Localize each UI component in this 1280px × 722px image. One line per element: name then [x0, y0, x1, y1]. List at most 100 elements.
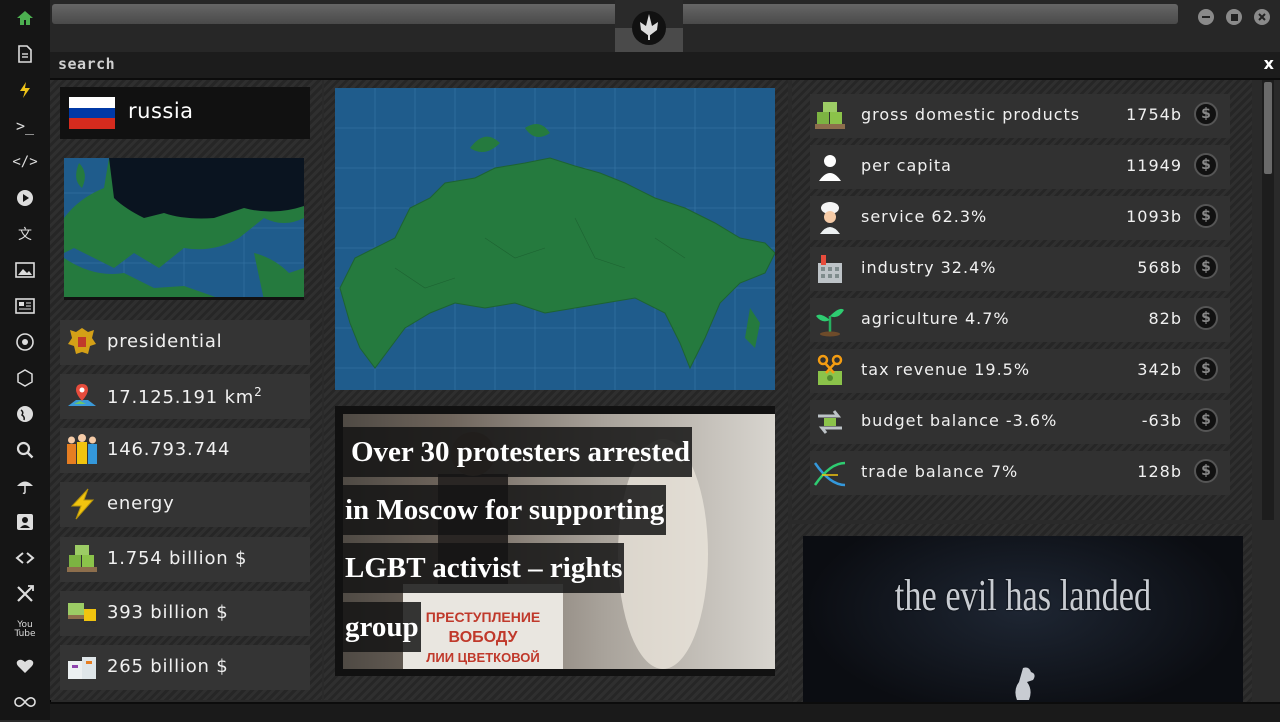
news-headline-line-4: group	[343, 602, 421, 652]
stat-row-industry: industry 32.4% 568b $	[810, 247, 1230, 291]
news-headline-line-3: LGBT activist – rights	[343, 543, 625, 593]
government-type: presidential	[107, 331, 223, 352]
search-label: search	[58, 55, 116, 73]
stat-label: agriculture 4.7%	[861, 309, 1010, 328]
dollar-icon[interactable]: $	[1194, 459, 1218, 483]
exchange-arrows-icon	[812, 404, 848, 440]
document-icon[interactable]	[12, 41, 38, 67]
stat-value: 342b	[1137, 360, 1182, 379]
news-icon[interactable]	[12, 293, 38, 319]
forklift-cash-icon	[64, 595, 100, 631]
population-value: 146.793.744	[107, 439, 231, 460]
dollar-icon[interactable]: $	[1194, 306, 1218, 330]
news-headline-line-1: Over 30 protesters arrested	[343, 427, 693, 477]
shuffle-icon[interactable]	[12, 581, 38, 607]
home-icon[interactable]	[12, 5, 38, 31]
link-icon[interactable]	[12, 545, 38, 571]
info-row-population: 146.793.744	[60, 428, 310, 473]
stat-value: 128b	[1137, 462, 1182, 481]
globe-icon[interactable]	[12, 401, 38, 427]
stat-label: industry 32.4%	[861, 258, 997, 277]
bottom-bar	[50, 702, 1280, 722]
news-card[interactable]: ПРЕСТУПЛЕНИЕ ВОБОДУ ЛИИ ЦВЕТКОВОЙ Over 3…	[335, 406, 775, 676]
terminal-icon[interactable]: >_	[12, 113, 38, 139]
flag-stripe-red	[69, 118, 115, 129]
close-window-button[interactable]	[1254, 9, 1270, 25]
area-value: 17.125.191 km2	[107, 385, 263, 408]
stat-value: 82b	[1148, 309, 1182, 328]
info-row-energy: energy	[60, 482, 310, 527]
movie-title: the evil has landed	[894, 571, 1152, 620]
stat-row-budget-balance: budget balance -3.6% -63b $	[810, 400, 1230, 444]
coat-of-arms-icon	[64, 324, 100, 360]
stat-label: tax revenue 19.5%	[861, 360, 1031, 379]
stat-value: 1093b	[1126, 207, 1182, 226]
person-icon	[812, 149, 848, 185]
flag-icon	[69, 97, 115, 129]
info-row-government: presidential	[60, 320, 310, 365]
country-map[interactable]	[335, 88, 776, 390]
stat-label: gross domestic products	[861, 105, 1081, 124]
stat-row-per-capita: per capita 11949 $	[810, 145, 1230, 189]
stat-label: trade balance 7%	[861, 462, 1019, 481]
map-pin-icon	[64, 378, 100, 414]
search-icon[interactable]	[12, 437, 38, 463]
info-row-imports: 265 billion $	[60, 645, 310, 690]
scrollbar-thumb[interactable]	[1264, 82, 1272, 174]
image-icon[interactable]	[12, 257, 38, 283]
dollar-icon[interactable]: $	[1194, 102, 1218, 126]
minimize-button[interactable]	[1198, 9, 1214, 25]
info-row-exports: 393 billion $	[60, 591, 310, 636]
country-name: russia	[128, 99, 194, 123]
trade-lines-icon	[812, 455, 848, 491]
stat-row-service: service 62.3% 1093b $	[810, 196, 1230, 240]
dollar-icon[interactable]: $	[1194, 408, 1218, 432]
sidebar: >_ </> 文 You Tube	[0, 0, 51, 720]
flag-stripe-white	[69, 97, 115, 108]
stat-label: per capita	[861, 156, 952, 175]
top-bar	[50, 0, 1280, 52]
stat-value: 568b	[1137, 258, 1182, 277]
stat-value: -63b	[1141, 411, 1182, 430]
factory-icon	[812, 251, 848, 287]
exports-value: 393 billion $	[107, 602, 229, 623]
dollar-icon[interactable]: $	[1194, 255, 1218, 279]
lightning-icon[interactable]	[12, 77, 38, 103]
scissors-money-icon	[812, 353, 848, 389]
stat-row-tax-revenue: tax revenue 19.5% 342b $	[810, 349, 1230, 393]
heart-icon[interactable]	[12, 653, 38, 679]
umbrella-icon[interactable]	[12, 473, 38, 499]
cash-pallet-icon	[812, 98, 848, 134]
stat-row-agriculture: agriculture 4.7% 82b $	[810, 298, 1230, 342]
dollar-icon[interactable]: $	[1194, 357, 1218, 381]
infinity-icon[interactable]	[12, 689, 38, 715]
people-icon	[64, 432, 100, 468]
dollar-icon[interactable]: $	[1194, 153, 1218, 177]
search-bar[interactable]: search x	[50, 52, 1280, 80]
country-header: russia	[60, 87, 310, 139]
news-headline-line-2: in Moscow for supporting	[343, 485, 667, 535]
maximize-button[interactable]	[1226, 9, 1242, 25]
gdp-value: 1.754 billion $	[107, 548, 248, 569]
info-row-gdp: 1.754 billion $	[60, 537, 310, 582]
svg-text:ВОБОДУ: ВОБОДУ	[449, 629, 519, 646]
imports-value: 265 billion $	[107, 656, 229, 677]
movie-banner[interactable]: the evil has landed	[803, 536, 1243, 720]
stat-value: 11949	[1126, 156, 1182, 175]
energy-icon	[64, 486, 100, 522]
small-map[interactable]	[64, 158, 304, 300]
energy-label: energy	[107, 493, 175, 514]
svg-text:ПРЕСТУПЛЕНИЕ: ПРЕСТУПЛЕНИЕ	[426, 609, 541, 625]
aperture-icon[interactable]	[12, 329, 38, 355]
app-logo-tab[interactable]	[615, 0, 683, 52]
hexagon-icon[interactable]	[12, 365, 38, 391]
dollar-icon[interactable]: $	[1194, 204, 1218, 228]
youtube-icon[interactable]: You Tube	[12, 617, 38, 643]
stat-label: service 62.3%	[861, 207, 988, 226]
contact-icon[interactable]	[12, 509, 38, 535]
code-icon[interactable]: </>	[12, 149, 38, 175]
search-close-button[interactable]: x	[1264, 54, 1274, 73]
stat-label: budget balance -3.6%	[861, 411, 1058, 430]
play-icon[interactable]	[12, 185, 38, 211]
translate-icon[interactable]: 文	[12, 221, 38, 247]
